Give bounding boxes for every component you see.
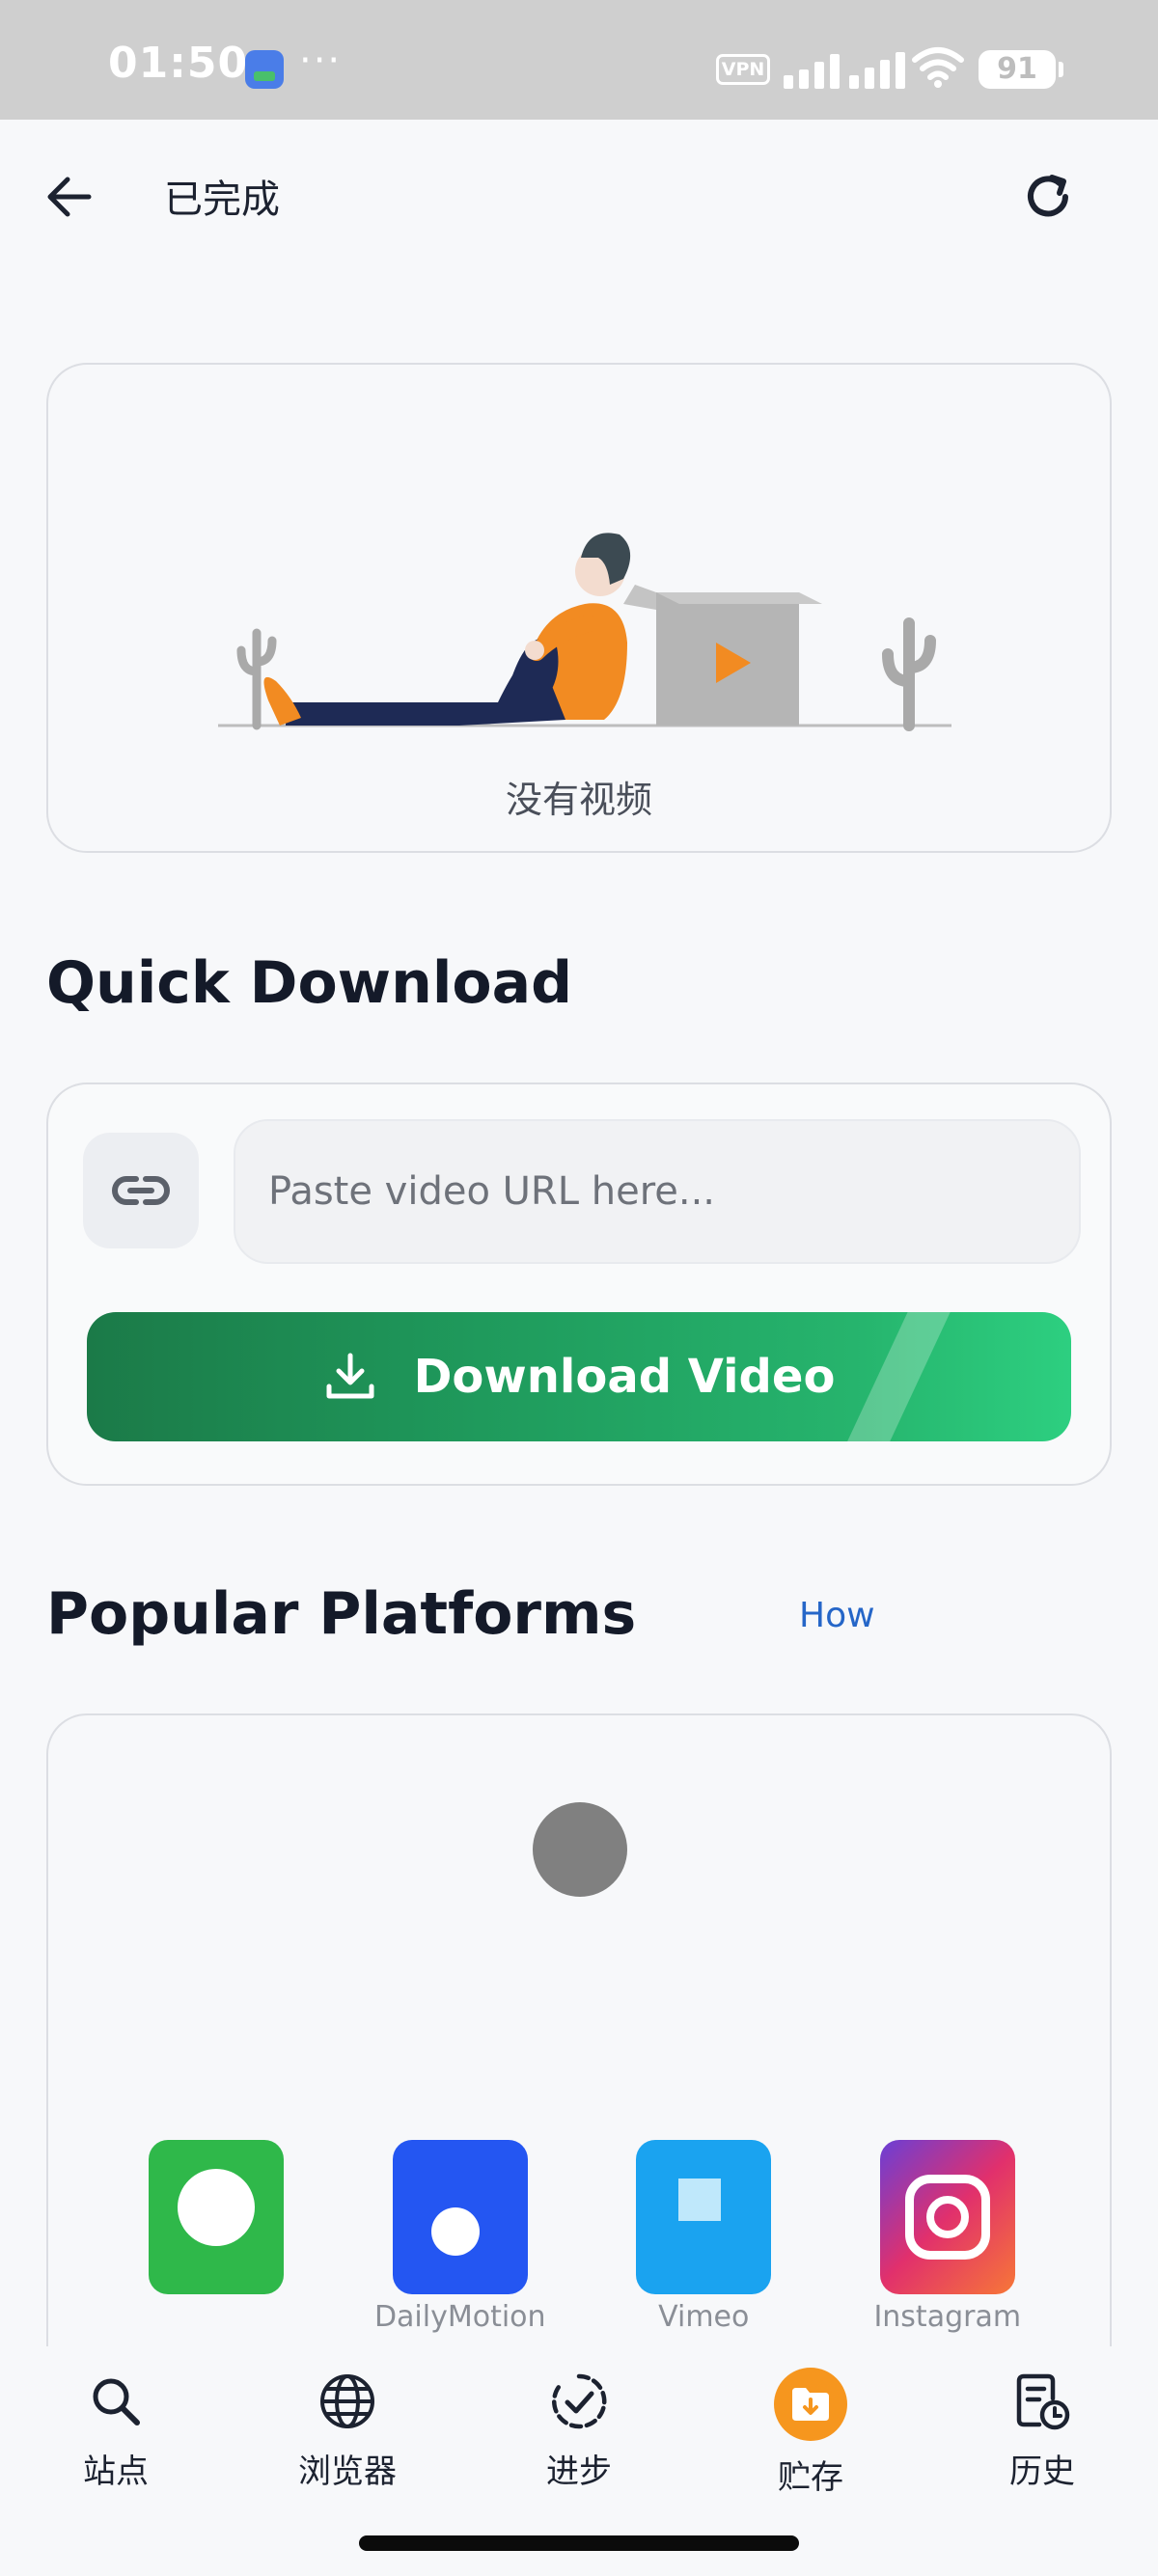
video-url-input[interactable] [234, 1119, 1081, 1264]
quick-download-title: Quick Download [46, 949, 573, 1017]
popular-platforms-title: Popular Platforms [46, 1580, 637, 1648]
whatsapp-logo-icon [149, 2140, 285, 2294]
arrow-left-icon [47, 177, 92, 217]
nav-item-browser[interactable]: 浏览器 [232, 2346, 463, 2530]
refresh-button[interactable] [1009, 158, 1087, 235]
vimeo-logo-icon [636, 2140, 772, 2294]
app-notification-icon [245, 50, 284, 89]
how-link[interactable]: How [799, 1596, 875, 1635]
overflow-notifications: ··· [299, 39, 343, 83]
folder-download-icon [792, 2388, 829, 2421]
search-icon [93, 2378, 140, 2425]
dailymotion-logo-icon [392, 2140, 528, 2294]
nav-label: 站点 [83, 2453, 149, 2491]
history-icon [1016, 2373, 1070, 2430]
globe-icon [320, 2374, 374, 2428]
platform-item-vimeo[interactable]: Vimeo [607, 2140, 800, 2352]
platform-item-whatsapp[interactable] [120, 2140, 313, 2352]
app-bar: 已完成 [0, 120, 1158, 264]
nav-label: 浏览器 [298, 2453, 397, 2491]
nav-item-history[interactable]: 历史 [926, 2346, 1158, 2530]
download-video-label: Download Video [413, 1350, 836, 1404]
nav-item-progress[interactable]: 进步 [463, 2346, 695, 2530]
refresh-icon [1028, 175, 1068, 217]
battery-icon: 91 [979, 50, 1063, 89]
home-indicator[interactable] [359, 2535, 799, 2551]
nav-label: 历史 [1009, 2453, 1075, 2491]
active-tab-badge [774, 2368, 847, 2441]
platform-item-instagram[interactable]: Instagram [851, 2140, 1044, 2352]
progress-check-icon [552, 2373, 607, 2429]
popular-platforms-card: DailyMotion Vimeo Instagram [46, 1713, 1112, 2389]
nav-label: 进步 [546, 2453, 612, 2491]
nav-label: 贮存 [778, 2458, 843, 2497]
empty-state-message: 没有视频 [505, 779, 652, 821]
empty-videos-illustration [218, 533, 951, 731]
status-time: 01:50 [108, 39, 249, 88]
download-video-button[interactable]: Download Video [87, 1312, 1071, 1441]
nav-item-storage[interactable]: 贮存 [695, 2346, 926, 2530]
download-icon [326, 1353, 374, 1399]
platform-list: DailyMotion Vimeo Instagram [95, 2140, 1069, 2352]
wifi-icon [912, 47, 964, 88]
empty-state-card: 没有视频 [46, 363, 1112, 853]
platform-name: DailyMotion [373, 2300, 546, 2333]
platform-item-dailymotion[interactable]: DailyMotion [364, 2140, 557, 2352]
page-title: 已完成 [164, 178, 280, 222]
back-button[interactable] [31, 158, 108, 235]
link-icon [112, 1176, 170, 1205]
paste-link-button[interactable] [83, 1133, 199, 1248]
loading-indicator [533, 1802, 627, 1897]
signal-icon [784, 48, 905, 89]
status-bar: 01:50 ··· VPN 91 [0, 0, 1158, 120]
platform-name: Vimeo [658, 2300, 750, 2333]
bottom-navigation: 站点 浏览器 进步 贮存 历史 [0, 2346, 1158, 2530]
nav-item-sites[interactable]: 站点 [0, 2346, 232, 2530]
platform-name: Instagram [873, 2300, 1022, 2333]
quick-download-card: Download Video [46, 1082, 1112, 1486]
instagram-logo-icon [879, 2140, 1015, 2294]
vpn-badge: VPN [716, 54, 770, 85]
